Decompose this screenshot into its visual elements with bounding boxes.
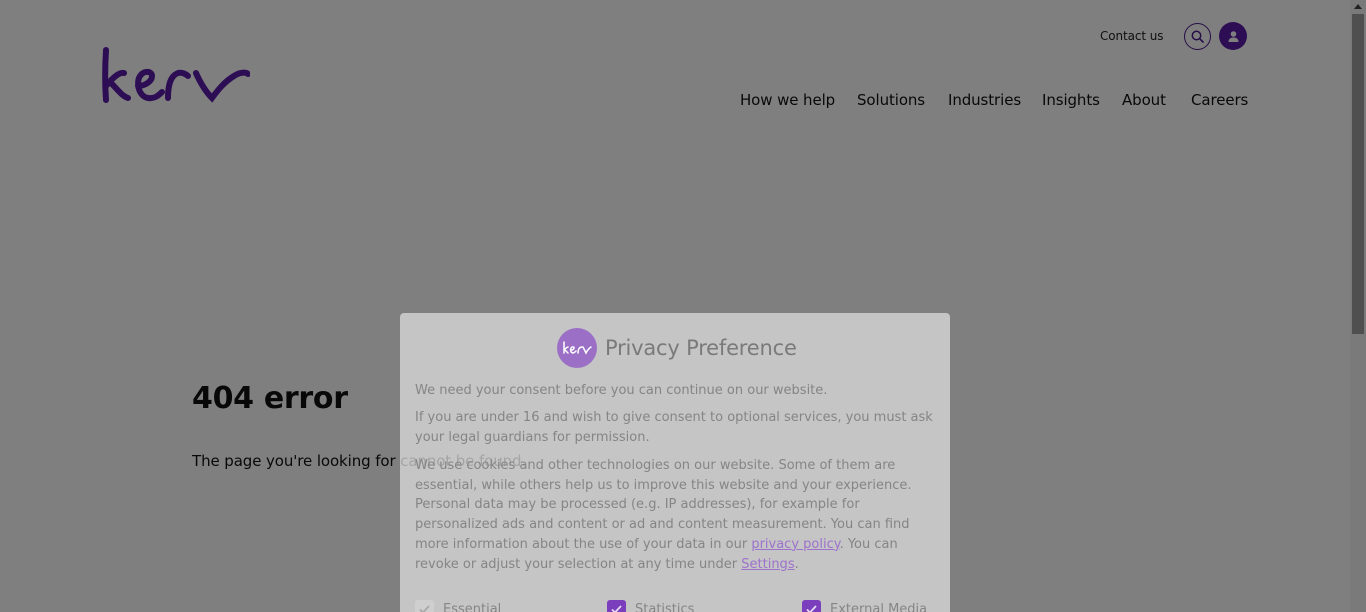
modal-header: Privacy Preference	[557, 328, 797, 368]
checkbox-statistics-label: Statistics	[635, 602, 695, 612]
settings-link[interactable]: Settings	[741, 557, 794, 572]
page-scrollbar[interactable]	[1350, 0, 1366, 612]
checkbox-external-media-label: External Media	[830, 602, 928, 612]
consent-intro: We need your consent before you can cont…	[415, 383, 828, 398]
checkbox-statistics-row: Statistics	[607, 600, 694, 612]
privacy-modal: Privacy Preference We need your consent …	[400, 313, 950, 612]
scroll-thumb[interactable]	[1352, 14, 1364, 334]
checkbox-essential-row: Essential	[415, 600, 501, 612]
check-icon	[611, 605, 622, 612]
modal-title: Privacy Preference	[605, 336, 797, 360]
checkbox-essential-label: Essential	[443, 602, 502, 612]
consent-details: We use cookies and other technologies on…	[415, 456, 940, 574]
check-icon	[806, 605, 817, 612]
scroll-up-arrow[interactable]	[1354, 4, 1362, 9]
consent-details-end: .	[794, 556, 799, 572]
checkbox-essential[interactable]	[415, 600, 434, 612]
checkbox-external-media-row: External Media	[802, 600, 927, 612]
privacy-policy-link[interactable]: privacy policy	[751, 537, 839, 552]
checkbox-external-media[interactable]	[802, 600, 821, 612]
consent-guardian-note: If you are under 16 and wish to give con…	[415, 410, 933, 445]
check-icon	[419, 605, 430, 612]
kerv-badge-icon	[557, 328, 597, 368]
checkbox-statistics[interactable]	[607, 600, 626, 612]
